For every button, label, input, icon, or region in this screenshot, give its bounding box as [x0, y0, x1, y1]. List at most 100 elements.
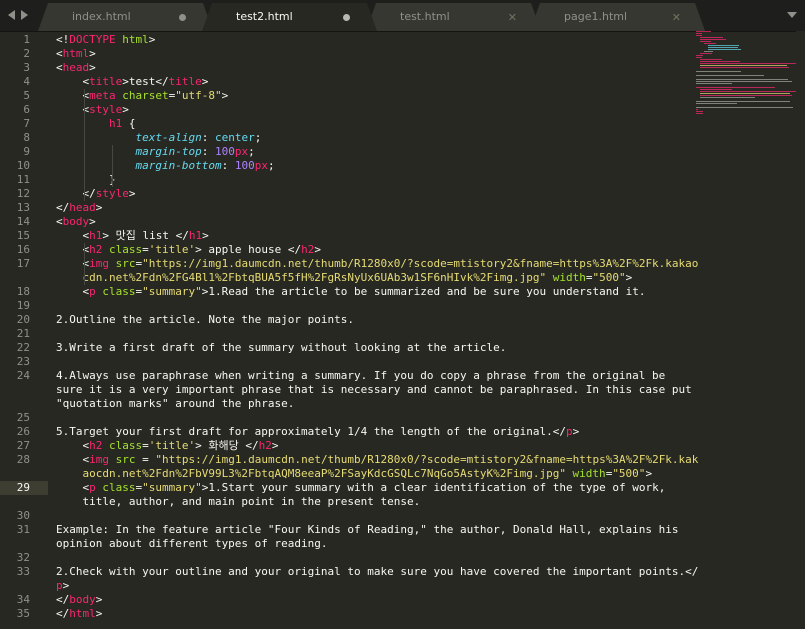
unsaved-dot-icon[interactable]: [343, 14, 350, 21]
code-line[interactable]: aocdn.net%2Fdn%2FbV99L3%2FbtqAQM8eeaP%2F…: [56, 467, 652, 481]
code-line[interactable]: <meta charset="utf-8">: [56, 89, 228, 103]
code-token: </: [56, 607, 70, 620]
code-token: margin-top: [135, 145, 202, 158]
code-line[interactable]: 2.Check with your outline and your origi…: [56, 565, 698, 579]
code-line[interactable]: <h1> 맛집 list </h1>: [56, 229, 208, 243]
code-line[interactable]: "quotation marks" around the phrase.: [56, 397, 294, 411]
vertical-scrollbar[interactable]: [796, 31, 805, 629]
code-line[interactable]: <img src="https://img1.daumcdn.net/thumb…: [56, 257, 698, 271]
tab-list-dropdown-icon[interactable]: [787, 12, 797, 18]
code-token: Example: In the feature article "Four Ki…: [56, 523, 679, 536]
line-number: 25: [16, 411, 30, 424]
code-line[interactable]: text-align: center;: [56, 131, 261, 145]
code-line[interactable]: <body>: [56, 215, 96, 229]
minimap-line: [700, 37, 723, 38]
code-line[interactable]: <style>: [56, 103, 128, 117]
code-line[interactable]: </html>: [56, 607, 102, 621]
code-token: "quotation marks" around the phrase.: [56, 397, 295, 410]
code-token: 100: [214, 145, 235, 158]
code-token: px: [254, 159, 268, 172]
line-number: 13: [16, 201, 30, 214]
tab-index-html[interactable]: index.html: [38, 3, 213, 31]
code-token: 'title': [148, 439, 196, 452]
tab-test2-html[interactable]: test2.html: [202, 3, 377, 31]
code-token: 4.Always use paraphrase when writing a s…: [56, 369, 666, 382]
code-token: >: [572, 425, 580, 438]
code-line[interactable]: </head>: [56, 201, 102, 215]
code-token: head: [62, 61, 90, 74]
code-editor[interactable]: 1 2 3 4 5 6 7 8 9 10 11 12 13 14 15 16 17 18 19 20 21 22 23 24 2…: [0, 31, 805, 629]
minimap-line: [708, 47, 738, 48]
code-line[interactable]: </body>: [56, 593, 102, 607]
code-line[interactable]: <head>: [56, 61, 96, 75]
code-token: >: [221, 89, 229, 102]
code-token: style: [89, 103, 123, 116]
tab-test-html[interactable]: test.html ✕: [366, 3, 541, 31]
tab-page1-html[interactable]: page1.html ✕: [530, 3, 705, 31]
tab-scroll-right-icon[interactable]: [21, 10, 28, 20]
code-token: ;: [248, 145, 255, 158]
code-token: :: [221, 159, 235, 172]
indent-guide: [84, 243, 85, 285]
code-line[interactable]: sure it is a very important phrase that …: [56, 383, 692, 397]
code-token: }: [56, 173, 116, 186]
code-line[interactable]: </style>: [56, 187, 135, 201]
close-icon[interactable]: ✕: [508, 11, 517, 24]
line-number: 11: [16, 173, 30, 186]
tab-label: test.html: [400, 10, 450, 23]
code-token: >1.Read the article to be summarized and…: [201, 285, 646, 298]
unsaved-dot-icon[interactable]: [179, 14, 186, 21]
minimap-line: [700, 39, 726, 40]
code-token: head: [69, 201, 96, 214]
line-number: 26: [16, 425, 30, 438]
code-token: 2.Outline the article. Note the major po…: [56, 313, 355, 326]
code-token: text-align: [135, 131, 202, 144]
code-line[interactable]: <h2 class='title'> apple house </h2>: [56, 243, 320, 257]
code-line[interactable]: h1 {: [56, 117, 136, 131]
code-line[interactable]: <p class="summary">1.Read the article to…: [56, 285, 645, 299]
code-token: >: [62, 579, 70, 592]
line-number: 7: [23, 117, 30, 130]
code-line[interactable]: Example: In the feature article "Four Ki…: [56, 523, 679, 537]
code-line[interactable]: }: [56, 173, 116, 187]
code-line[interactable]: <img src = "https://img1.daumcdn.net/thu…: [56, 453, 698, 467]
code-token: "https://img1.daumcdn.net/thumb/R1280x0/…: [142, 257, 699, 270]
code-token: <: [56, 215, 63, 228]
tab-navigation: [8, 8, 28, 22]
code-line[interactable]: 5.Target your first draft for approximat…: [56, 425, 579, 439]
minimap-line: [700, 67, 789, 68]
code-token: img: [89, 257, 109, 270]
minimap[interactable]: [696, 31, 797, 126]
code-token: 2.Check with your outline and your origi…: [56, 565, 699, 578]
code-token: body: [62, 215, 90, 228]
code-token: 5.Target your first draft for approximat…: [56, 425, 566, 438]
code-line[interactable]: <html>: [56, 47, 96, 61]
code-line[interactable]: cdn.net%2Fdn%2FG4Bl1%2FbtqBUA5f5fH%2FgRs…: [56, 271, 632, 285]
code-token: 3.Write a first draft of the summary wit…: [56, 341, 507, 354]
code-token: margin-bottom: [135, 159, 222, 172]
close-icon[interactable]: ✕: [672, 11, 681, 24]
code-line[interactable]: p>: [56, 579, 69, 593]
code-token: "summary": [142, 285, 202, 298]
code-line[interactable]: margin-bottom: 100px;: [56, 159, 274, 173]
code-line[interactable]: title, author, and main point in the pre…: [56, 495, 420, 509]
code-token: sure it is a very important phrase that …: [56, 383, 692, 396]
minimap-line: [700, 61, 740, 62]
code-line[interactable]: margin-top: 100px;: [56, 145, 255, 159]
code-line[interactable]: 2.Outline the article. Note the major po…: [56, 313, 354, 327]
code-token: "https://img1.daumcdn.net/thumb/R1280x0/…: [155, 453, 699, 466]
code-token: p: [89, 285, 96, 298]
code-token: title: [168, 75, 202, 88]
code-line[interactable]: <title>test</title>: [56, 75, 208, 89]
line-number: 32: [16, 551, 30, 564]
minimap-line: [696, 111, 703, 112]
code-line[interactable]: <p class="summary">1.Start your summary …: [56, 481, 665, 495]
code-line[interactable]: <h2 class='title'> 화해당 </h2>: [56, 439, 278, 453]
code-line[interactable]: 3.Write a first draft of the summary wit…: [56, 341, 506, 355]
minimap-line: [700, 95, 792, 96]
indent-guide: [112, 145, 113, 187]
code-line[interactable]: <!DOCTYPE html>: [56, 33, 155, 47]
tab-scroll-left-icon[interactable]: [8, 10, 15, 20]
code-line[interactable]: opinion about different types of reading…: [56, 537, 328, 551]
code-line[interactable]: 4.Always use paraphrase when writing a s…: [56, 369, 665, 383]
